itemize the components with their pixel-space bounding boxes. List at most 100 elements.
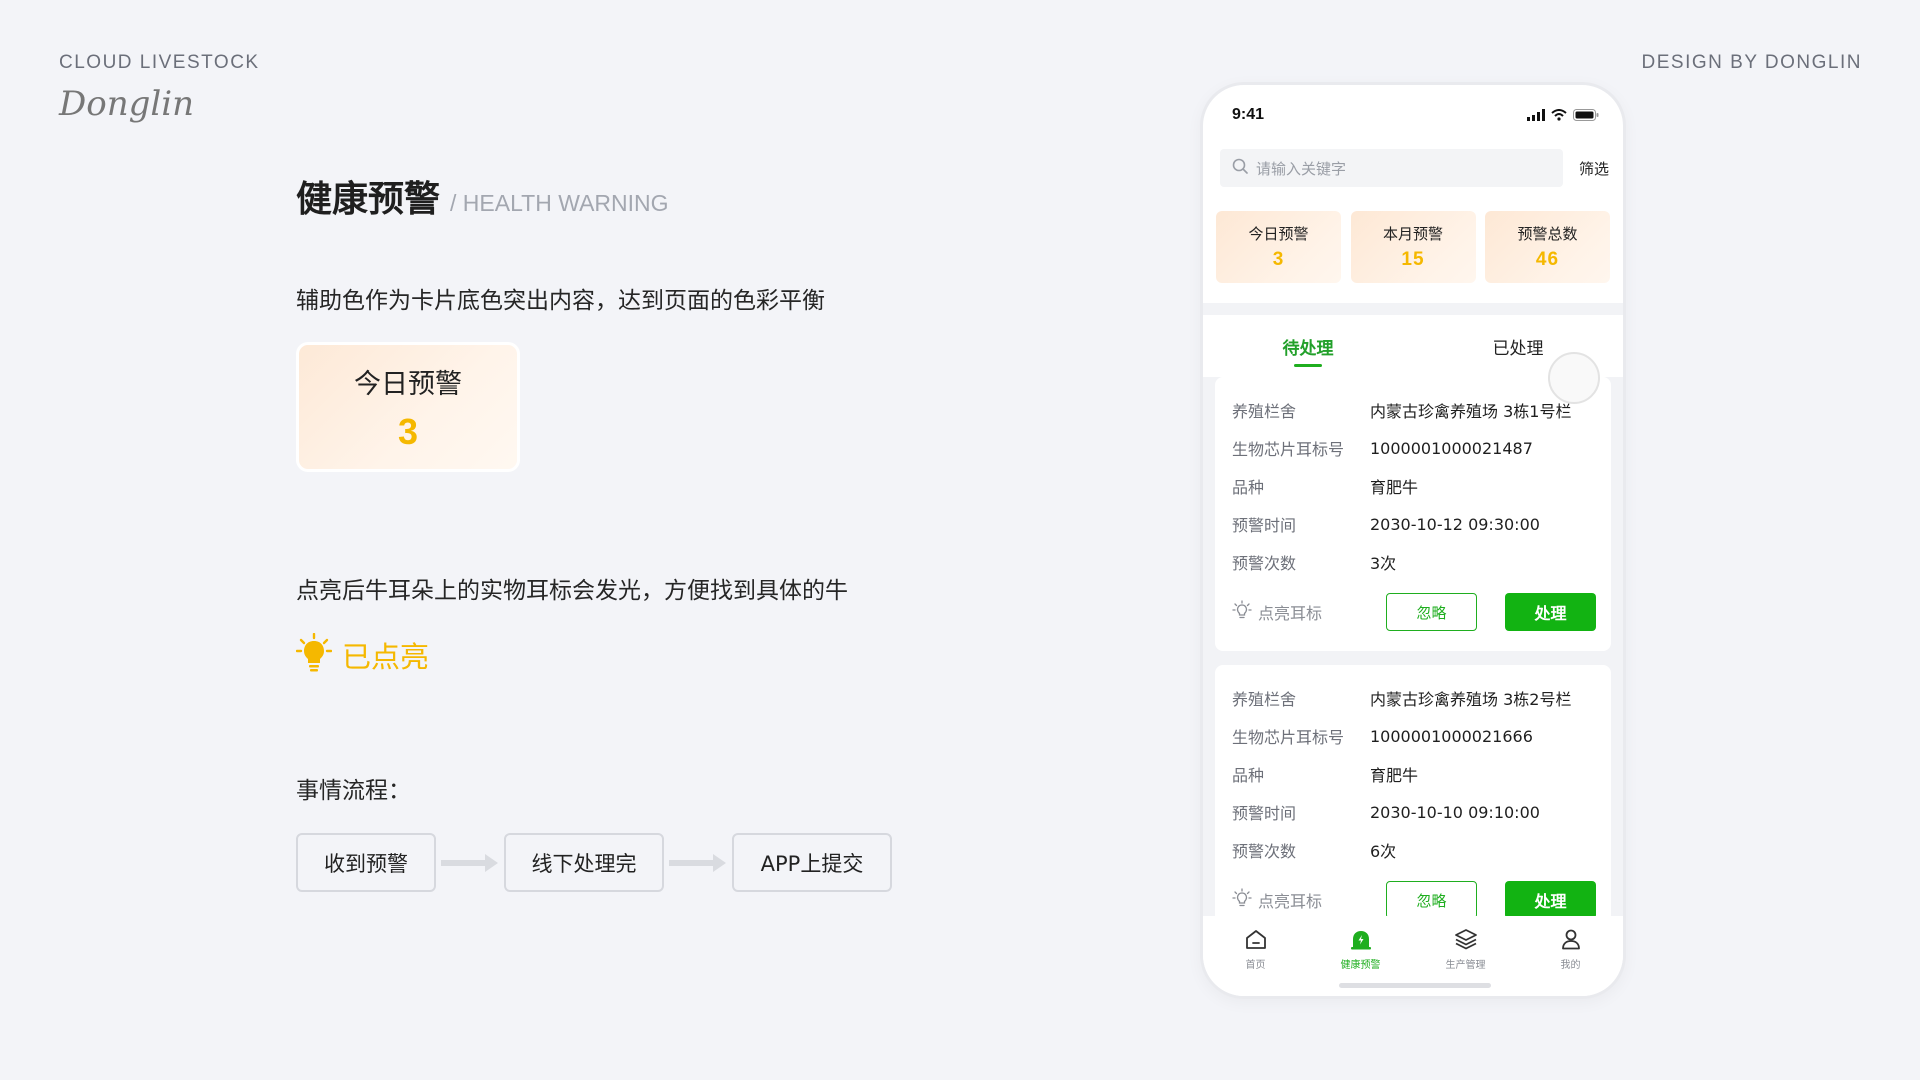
- stat-value: 46: [1535, 249, 1560, 270]
- lightbulb-on-icon: [295, 632, 333, 677]
- field-label: 预警时间: [1232, 516, 1297, 535]
- tab-label: 已处理: [1492, 338, 1544, 359]
- search-icon: [1232, 158, 1248, 178]
- filter-button[interactable]: 筛选: [1579, 158, 1609, 179]
- demo-stat-label: 今日预警: [354, 368, 462, 400]
- card-actions: 点亮耳标 忽略 处理: [1232, 881, 1596, 919]
- stat-label: 本月预警: [1382, 225, 1443, 243]
- card-row: 预警次数 6次: [1232, 831, 1596, 869]
- section-title-en: / HEALTH WARNING: [450, 190, 669, 216]
- ignore-button[interactable]: 忽略: [1386, 881, 1477, 919]
- tab-pending[interactable]: 待处理: [1203, 315, 1413, 377]
- stat-card-month[interactable]: 本月预警 15: [1350, 211, 1476, 283]
- tabbar-label: 生产管理: [1445, 960, 1486, 971]
- wifi-icon: [1551, 106, 1567, 125]
- signal-icon: [1527, 106, 1545, 125]
- stat-label: 预警总数: [1517, 225, 1578, 243]
- light-eartag-label: 点亮耳标: [1258, 604, 1323, 623]
- process-flow: 收到预警 线下处理完 APP上提交: [296, 833, 892, 892]
- warning-list: 养殖栏舍 内蒙古珍禽养殖场 3栋1号栏 生物芯片耳标号 10000010000214…: [1203, 377, 1623, 925]
- tabbar-label: 健康预警: [1340, 960, 1381, 971]
- card-row: 生物芯片耳标号 1000001000021666: [1232, 717, 1596, 755]
- field-label: 养殖栏舍: [1232, 690, 1297, 709]
- field-label: 生物芯片耳标号: [1232, 440, 1345, 459]
- tabbar-item-mine[interactable]: 我的: [1518, 916, 1623, 996]
- alert-icon: [1349, 928, 1373, 954]
- card-row: 养殖栏舍 内蒙古珍禽养殖场 3栋1号栏: [1232, 391, 1596, 429]
- light-description: 点亮后牛耳朵上的实物耳标会发光，方便找到具体的牛: [296, 578, 848, 604]
- user-icon: [1559, 928, 1583, 954]
- section-title: 健康预警 / HEALTH WARNING: [296, 170, 669, 222]
- field-label: 品种: [1232, 478, 1265, 497]
- warning-card[interactable]: 养殖栏舍 内蒙古珍禽养殖场 3栋1号栏 生物芯片耳标号 10000010000214…: [1215, 377, 1611, 651]
- field-label: 预警时间: [1232, 804, 1297, 823]
- arrow-right-icon: [664, 833, 732, 892]
- status-icons: [1527, 106, 1599, 125]
- status-bar: 9:41: [1203, 85, 1623, 145]
- phone-mockup: 9:41 请输入关键字 筛选 今日预警 3 本月预警 15 预警总数 46 待处…: [1200, 82, 1626, 999]
- field-label: 养殖栏舍: [1232, 402, 1297, 421]
- search-placeholder: 请输入关键字: [1256, 159, 1347, 178]
- warning-card[interactable]: 养殖栏舍 内蒙古珍禽养殖场 3栋2号栏 生物芯片耳标号 10000010000216…: [1215, 665, 1611, 925]
- card-row: 品种 育肥牛: [1232, 755, 1596, 793]
- stat-card-today[interactable]: 今日预警 3: [1216, 211, 1341, 283]
- field-value: 内蒙古珍禽养殖场 3栋2号栏: [1370, 690, 1572, 709]
- card-row: 生物芯片耳标号 1000001000021487: [1232, 429, 1596, 467]
- tabbar-label: 我的: [1560, 960, 1581, 971]
- tabbar-label: 首页: [1245, 960, 1266, 971]
- touch-indicator: [1548, 352, 1600, 404]
- stats-row: 今日预警 3 本月预警 15 预警总数 46: [1203, 211, 1623, 283]
- tabbar-item-home[interactable]: 首页: [1203, 916, 1308, 996]
- stat-label: 今日预警: [1248, 225, 1309, 243]
- lit-indicator: 已点亮: [295, 632, 430, 677]
- tab-label: 待处理: [1282, 338, 1334, 359]
- light-eartag-label: 点亮耳标: [1258, 892, 1323, 911]
- card-row: 养殖栏舍 内蒙古珍禽养殖场 3栋2号栏: [1232, 679, 1596, 717]
- field-value: 2030-10-12 09:30:00: [1370, 514, 1540, 534]
- field-label: 品种: [1232, 766, 1265, 785]
- brand-label: CLOUD LIVESTOCK: [59, 52, 260, 73]
- lit-label: 已点亮: [342, 640, 430, 674]
- credit-label: DESIGN BY DONGLIN: [1641, 52, 1862, 73]
- section-title-zh: 健康预警: [296, 179, 441, 220]
- stat-value: 15: [1401, 249, 1425, 270]
- handle-button[interactable]: 处理: [1505, 881, 1596, 919]
- field-value: 育肥牛: [1370, 766, 1419, 785]
- flow-description: 事情流程：: [296, 778, 411, 804]
- field-label: 预警次数: [1232, 842, 1297, 861]
- lightbulb-icon: [1232, 888, 1252, 912]
- tab-underline: [1294, 364, 1322, 367]
- card-actions: 点亮耳标 忽略 处理: [1232, 593, 1596, 631]
- card-row: 预警时间 2030-10-10 09:10:00: [1232, 793, 1596, 831]
- divider: [1203, 303, 1623, 315]
- card-row: 预警次数 3次: [1232, 543, 1596, 581]
- flow-step-1: 收到预警: [296, 833, 436, 892]
- search-row: 请输入关键字 筛选: [1203, 147, 1623, 189]
- handle-button[interactable]: 处理: [1505, 593, 1596, 631]
- flow-step-2: 线下处理完: [504, 833, 664, 892]
- ignore-button[interactable]: 忽略: [1386, 593, 1477, 631]
- light-eartag-button[interactable]: 点亮耳标: [1232, 600, 1322, 624]
- layers-icon: [1454, 928, 1478, 954]
- field-value: 6次: [1370, 842, 1397, 861]
- field-value: 2030-10-10 09:10:00: [1370, 802, 1540, 822]
- search-input[interactable]: 请输入关键字: [1220, 149, 1563, 187]
- signature: Donglin: [59, 84, 195, 124]
- field-label: 预警次数: [1232, 554, 1297, 573]
- card-row: 品种 育肥牛: [1232, 467, 1596, 505]
- status-time: 9:41: [1232, 106, 1265, 123]
- field-label: 生物芯片耳标号: [1232, 728, 1345, 747]
- home-icon: [1244, 928, 1268, 954]
- demo-stat-card: 今日预警 3: [296, 342, 520, 472]
- field-value: 育肥牛: [1370, 478, 1419, 497]
- arrow-right-icon: [436, 833, 504, 892]
- light-eartag-button[interactable]: 点亮耳标: [1232, 888, 1322, 912]
- lightbulb-icon: [1232, 600, 1252, 624]
- field-value: 内蒙古珍禽养殖场 3栋1号栏: [1370, 402, 1572, 421]
- stat-value: 3: [1272, 249, 1285, 270]
- field-value: 1000001000021487: [1370, 438, 1533, 458]
- stat-card-total[interactable]: 预警总数 46: [1485, 211, 1610, 283]
- home-indicator: [1339, 983, 1491, 988]
- color-description: 辅助色作为卡片底色突出内容，达到页面的色彩平衡: [296, 288, 825, 314]
- demo-stat-value: 3: [397, 410, 419, 452]
